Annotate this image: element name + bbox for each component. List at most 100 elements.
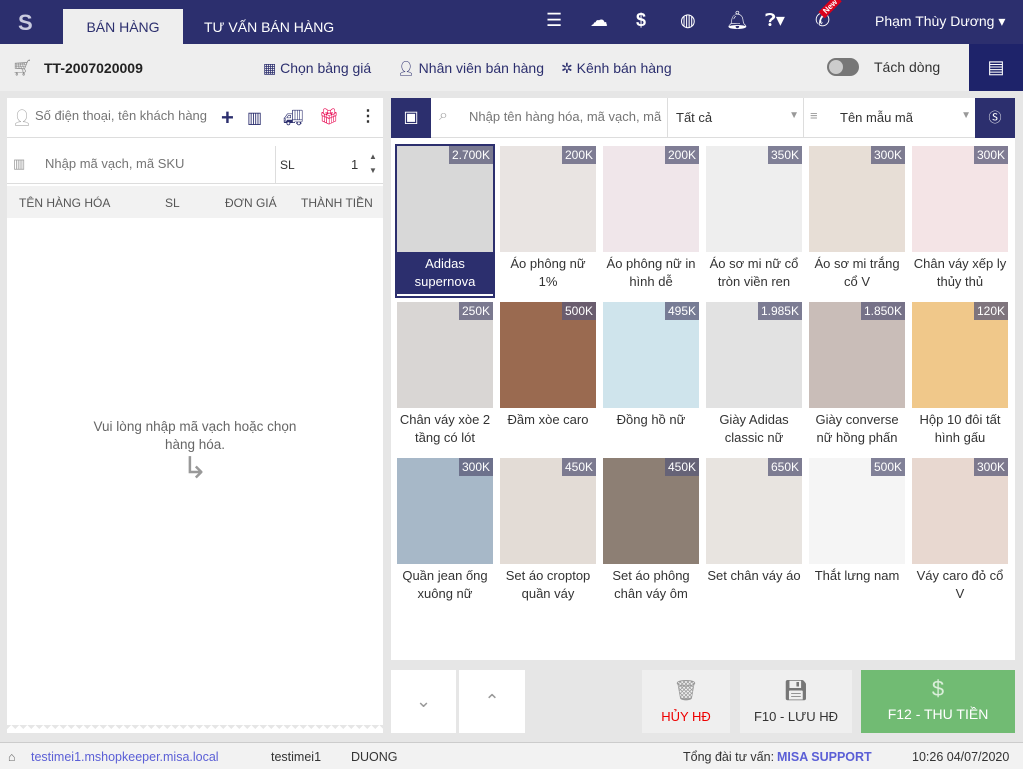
- cart-table-header: TÊN HÀNG HÓA SL ĐƠN GIÁ THÀNH TIỀN: [7, 186, 383, 218]
- qty-input[interactable]: 1: [351, 157, 358, 172]
- save-invoice-button[interactable]: 💾︎ F10 - LƯU HĐ: [740, 670, 852, 733]
- hotline-label: Tổng đài tư vấn:: [683, 750, 775, 764]
- store-url-link[interactable]: testimei1.mshopkeeper.misa.local: [31, 750, 219, 764]
- empty-cart-message: Vui lòng nhập mã vạch hoặc chọn hàng hóa…: [7, 418, 383, 485]
- side-panel-button[interactable]: ▤: [969, 44, 1023, 91]
- product-search-input[interactable]: [469, 109, 664, 124]
- product-card[interactable]: 350K Áo sơ mi nữ cổ tròn viền ren: [706, 146, 802, 296]
- support-link[interactable]: MISA SUPPORT: [777, 750, 872, 764]
- cloud-sync-icon[interactable]: ☁: [590, 10, 608, 31]
- product-name: Áo phông nữ in hình dễ: [606, 256, 696, 289]
- product-price: 300K: [458, 458, 493, 476]
- product-price: 120K: [973, 302, 1008, 320]
- product-price: 350K: [767, 146, 802, 164]
- product-card[interactable]: 500K Thắt lưng nam: [809, 458, 905, 608]
- product-image: 300K: [912, 458, 1008, 564]
- help-icon[interactable]: ❓︎▾: [765, 10, 785, 31]
- price-list-button[interactable]: ▦ Chọn bảng giá: [263, 60, 371, 77]
- user-menu[interactable]: Phạm Thùy Dương ▾: [875, 13, 1005, 30]
- sku-input[interactable]: [45, 156, 265, 171]
- channel-button[interactable]: ✲ Kênh bán hàng: [561, 60, 672, 77]
- category-select[interactable]: Tất cả ▼: [667, 98, 803, 138]
- product-price: 650K: [767, 458, 802, 476]
- product-card[interactable]: 200K Áo phông nữ in hình dễ: [603, 146, 699, 296]
- more-icon[interactable]: ⋮: [360, 106, 376, 126]
- product-image: 250K: [397, 302, 493, 408]
- order-number: TT-2007020009: [44, 60, 143, 76]
- col-price: ĐƠN GIÁ: [225, 196, 277, 210]
- sort-value: Tên mẫu mã: [840, 110, 913, 125]
- product-image: 650K: [706, 458, 802, 564]
- barcode-scan-icon[interactable]: ▥: [247, 108, 262, 128]
- product-name: Áo phông nữ 1%: [510, 256, 586, 289]
- chevron-down-icon: ▼: [789, 110, 799, 121]
- product-card[interactable]: 450K Set áo phông chân váy ôm: [603, 458, 699, 608]
- category-value: Tất cả: [676, 110, 713, 125]
- arrow-turn-icon: ↳: [182, 452, 208, 485]
- sort-select[interactable]: ≡ Tên mẫu mã ▼: [803, 98, 975, 138]
- scroll-up-button[interactable]: ⌃: [459, 670, 525, 733]
- product-price: 300K: [973, 146, 1008, 164]
- product-image: 300K: [397, 458, 493, 564]
- product-card[interactable]: 300K Quần jean ống xuông nữ: [397, 458, 493, 608]
- home-icon: ⌂: [8, 750, 16, 764]
- tab-ban-hang[interactable]: BÁN HÀNG: [63, 9, 183, 44]
- cancel-label: HỦY HĐ: [661, 709, 711, 724]
- barcode-icon: ▥: [13, 156, 26, 171]
- product-card[interactable]: 495K Đồng hồ nữ: [603, 302, 699, 452]
- delivery-truck-icon[interactable]: 🚚︎: [283, 108, 303, 128]
- product-card[interactable]: 500K Đầm xòe caro: [500, 302, 596, 452]
- product-card[interactable]: 450K Set áo croptop quần váy: [500, 458, 596, 608]
- product-price: 300K: [870, 146, 905, 164]
- product-price: 450K: [561, 458, 596, 476]
- customer-search-input[interactable]: [35, 108, 215, 123]
- person-icon: 👤︎: [12, 110, 33, 127]
- product-image: 1.985K: [706, 302, 802, 408]
- product-card[interactable]: 1.850K Giày converse nữ hồng phấn: [809, 302, 905, 452]
- invoice-icon[interactable]: $: [636, 10, 646, 31]
- product-name: Áo sơ mi trắng cổ V: [814, 256, 900, 289]
- qty-stepper[interactable]: ▲ ▼: [369, 150, 377, 178]
- cancel-invoice-button[interactable]: 🗑︎ HỦY HĐ: [642, 670, 730, 733]
- product-card[interactable]: 2.700K Adidas supernova: [395, 144, 495, 298]
- product-card[interactable]: 650K Set chân váy áo: [706, 458, 802, 608]
- price-list-label: Chọn bảng giá: [280, 60, 372, 76]
- pay-button[interactable]: $ F12 - THU TIỀN: [861, 670, 1015, 733]
- datetime: 10:26 04/07/2020: [912, 750, 1010, 764]
- split-lines-toggle[interactable]: [827, 58, 859, 76]
- app-logo-icon: S: [18, 10, 33, 35]
- s-button[interactable]: Ⓢ: [975, 98, 1015, 138]
- cart-panel: 👤︎ + ▥ 🚚︎ 🎁︎ ⋮ ▥ SL 1 ▲▼ TÊN HÀNG HÓA SL…: [7, 98, 383, 733]
- product-image: 300K: [912, 146, 1008, 252]
- product-card[interactable]: 250K Chân váy xòe 2 tầng có lót: [397, 302, 493, 452]
- bell-icon[interactable]: 🔔︎: [726, 10, 749, 31]
- new-badge: New: [818, 0, 843, 19]
- staff-button[interactable]: 👤︎ Nhân viên bán hàng: [397, 60, 544, 77]
- product-price: 250K: [458, 302, 493, 320]
- product-image: 450K: [500, 458, 596, 564]
- product-card[interactable]: 300K Váy caro đỏ cổ V: [912, 458, 1008, 608]
- shop-name: testimei1: [271, 750, 322, 764]
- pay-label: F12 - THU TIỀN: [887, 706, 989, 722]
- product-card[interactable]: 300K Chân váy xếp ly thủy thủ: [912, 146, 1008, 296]
- user-name: Phạm Thùy Dương: [875, 13, 995, 29]
- add-customer-icon[interactable]: +: [221, 105, 234, 131]
- gift-icon[interactable]: 🎁︎: [319, 107, 339, 127]
- product-name: Set áo phông chân váy ôm: [612, 568, 690, 601]
- menu-icon[interactable]: ☰: [546, 10, 562, 31]
- product-card[interactable]: 1.985K Giày Adidas classic nữ: [706, 302, 802, 452]
- product-panel: ▣ ⌕ Tất cả ▼ ≡ Tên mẫu mã ▼ Ⓢ 2.700K Adid…: [391, 98, 1015, 660]
- scroll-down-button[interactable]: ⌄: [391, 670, 456, 733]
- product-image: 300K: [809, 146, 905, 252]
- product-card[interactable]: 300K Áo sơ mi trắng cổ V: [809, 146, 905, 296]
- product-card[interactable]: 120K Hộp 10 đôi tất hình gấu: [912, 302, 1008, 452]
- product-image: 2.700K: [397, 146, 493, 252]
- tab-tu-van[interactable]: TƯ VẤN BÁN HÀNG: [184, 9, 354, 44]
- view-toggle-button[interactable]: ▣: [391, 98, 431, 138]
- product-card[interactable]: 200K Áo phông nữ 1%: [500, 146, 596, 296]
- top-bar: S BÁN HÀNG TƯ VẤN BÁN HÀNG ☰ ☁ $ ◍ 🔔︎ ❓︎…: [0, 0, 1023, 44]
- product-name: Giày converse nữ hồng phấn: [815, 412, 899, 445]
- product-image: 495K: [603, 302, 699, 408]
- search-icon: ⌕: [439, 107, 448, 124]
- globe-icon[interactable]: ◍: [680, 10, 696, 31]
